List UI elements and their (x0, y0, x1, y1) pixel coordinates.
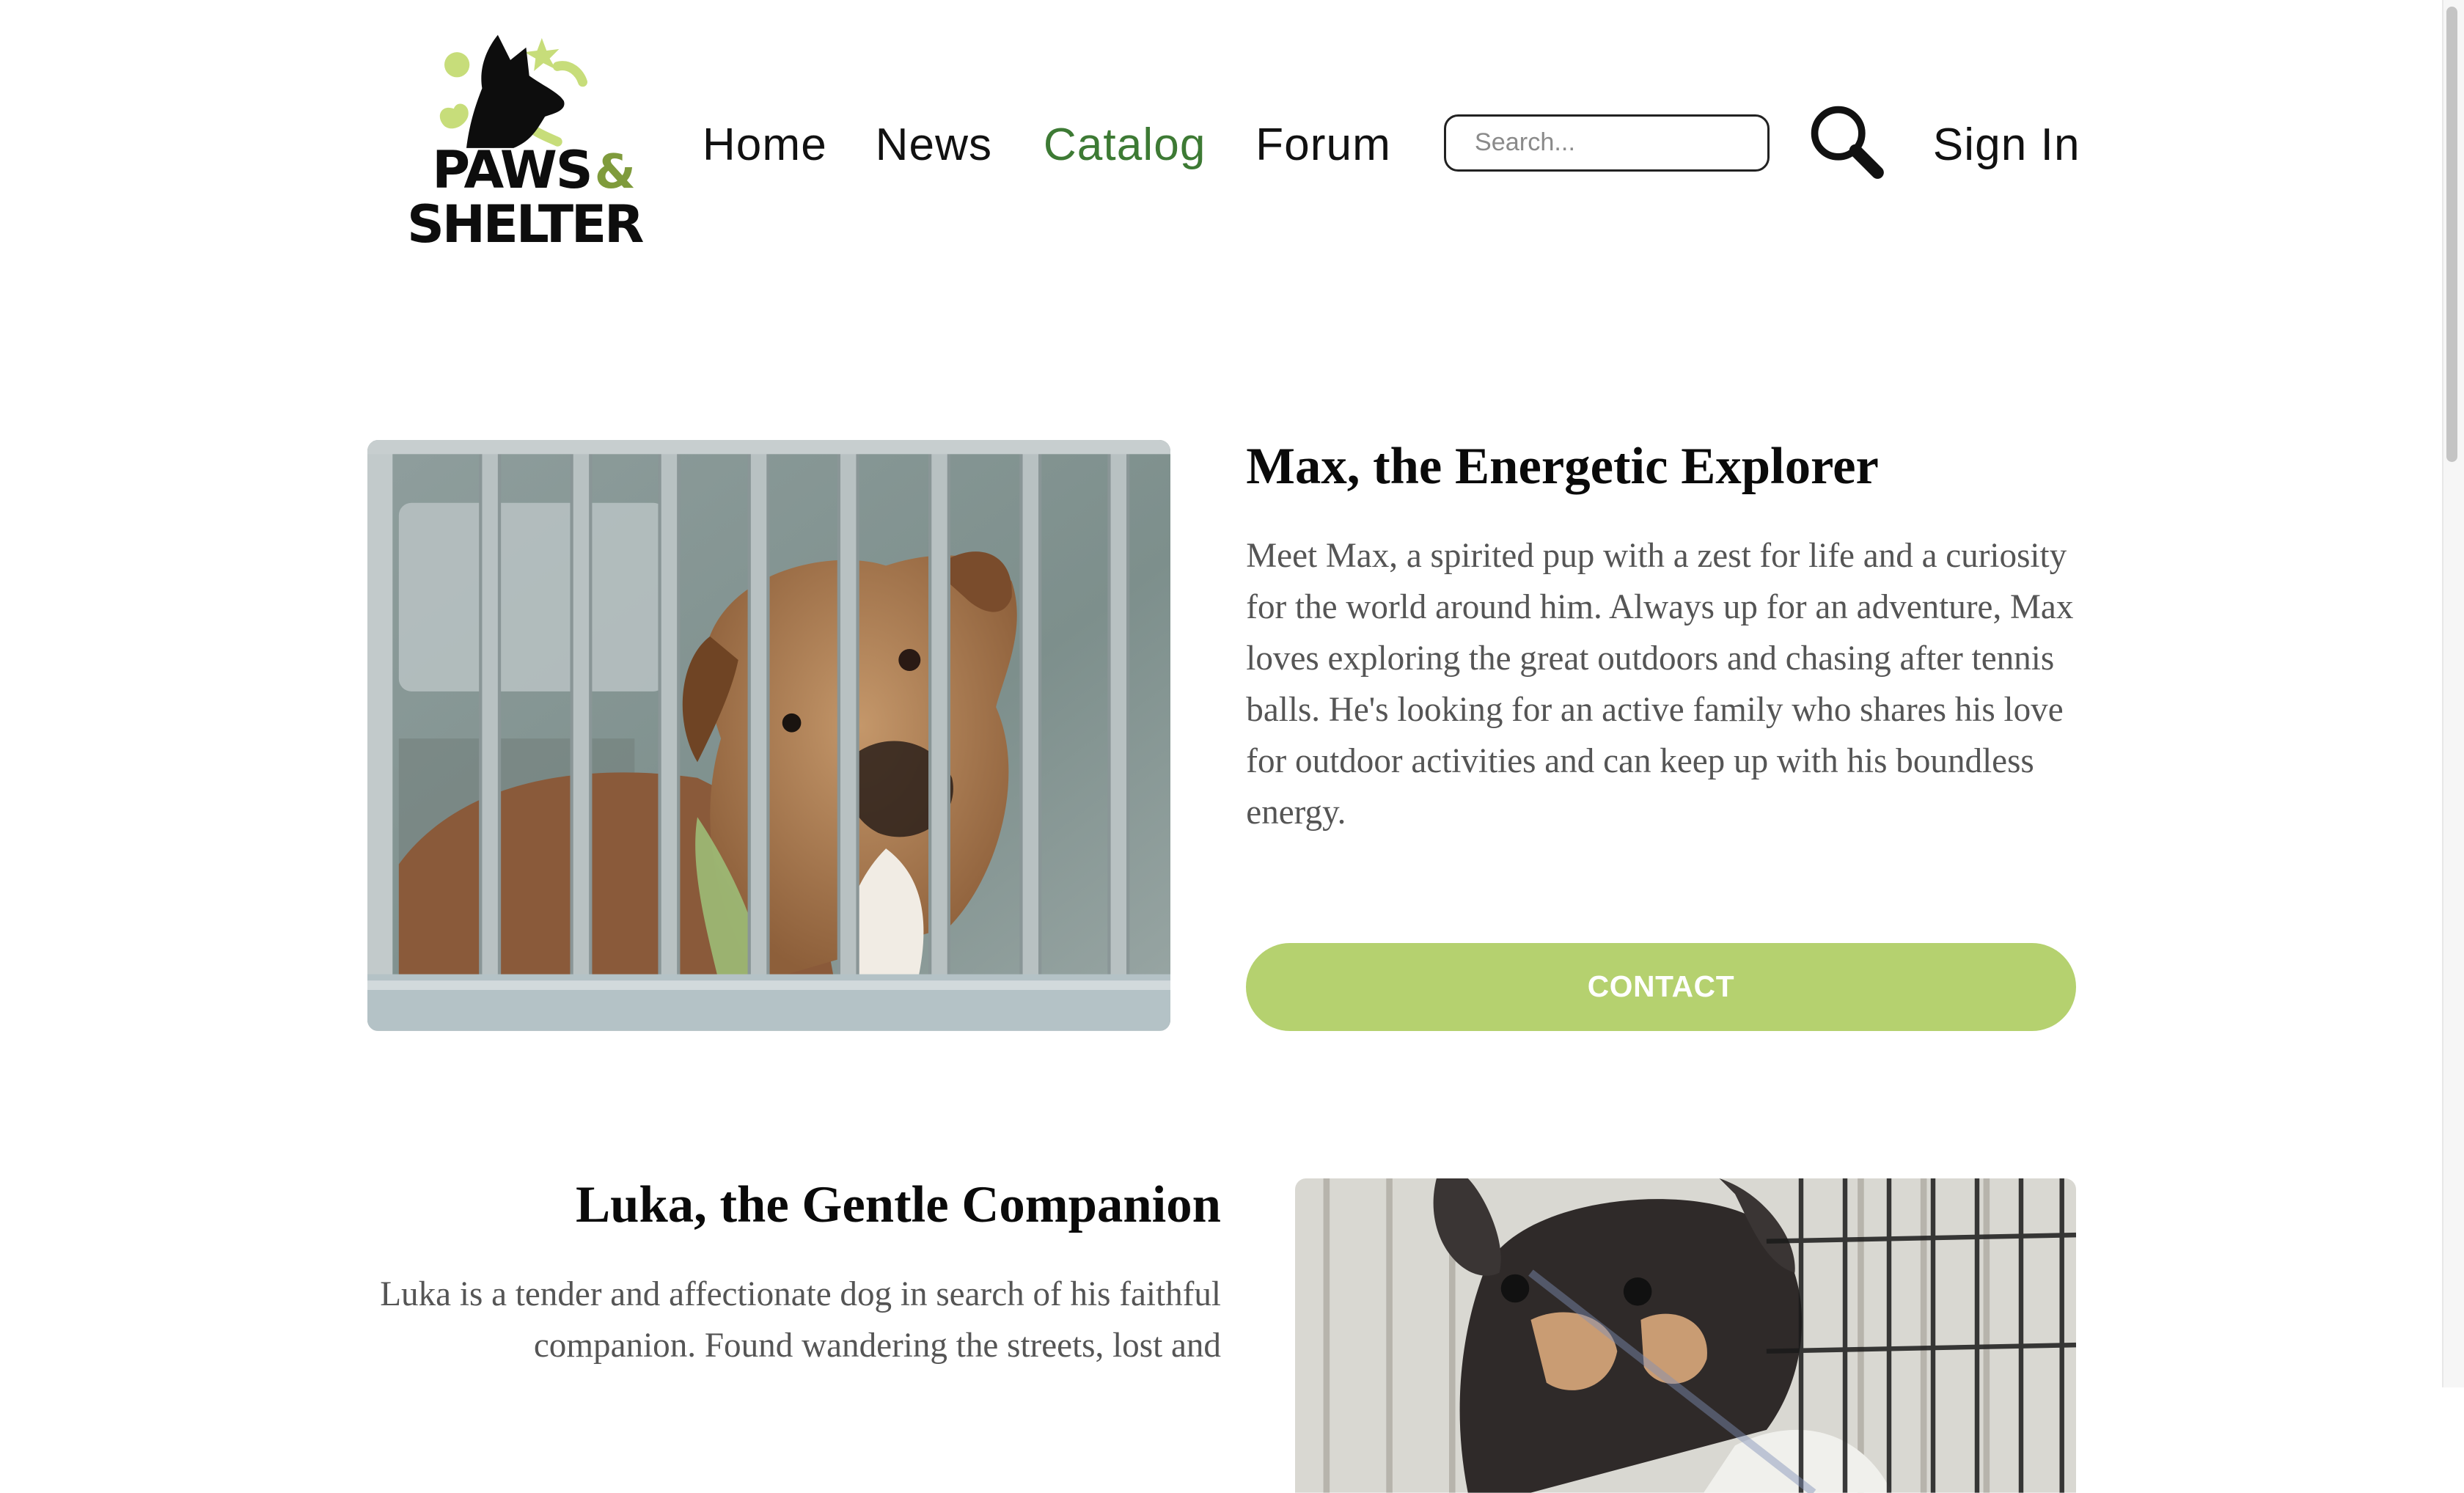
page: PAWS& SHELTER Home News Catalog Forum Si… (0, 0, 2464, 1493)
max-title: Max, the Energetic Explorer (1246, 437, 1879, 495)
logo-text: PAWS & SHELTER (406, 144, 644, 254)
paws-shelter-logo[interactable]: PAWS & SHELTER (400, 29, 644, 261)
nav-news[interactable]: News (876, 117, 993, 173)
nav-forum[interactable]: Forum (1255, 117, 1391, 173)
scrollbar-thumb[interactable] (2446, 6, 2458, 462)
nav-catalog[interactable]: Catalog (1044, 117, 1206, 173)
logo-word-shelter: SHELTER (406, 193, 644, 254)
nav-home[interactable]: Home (703, 117, 827, 173)
luka-photo (1294, 1178, 2076, 1493)
luka-description: Luka is a tender and affectionate dog in… (380, 1275, 1221, 1365)
luka-title: Luka, the Gentle Companion (575, 1175, 1221, 1233)
search-icon[interactable] (1808, 103, 1890, 185)
sign-in-link[interactable]: Sign In (1933, 117, 2080, 173)
search-input[interactable] (1444, 114, 1770, 172)
logo-ampersand: & (594, 144, 636, 200)
max-photo (367, 440, 1171, 1031)
max-description: Meet Max, a spirited pup with a zest for… (1246, 537, 2074, 832)
contact-button[interactable]: CONTACT (1246, 942, 2076, 1031)
logo-word-paws: PAWS (432, 139, 593, 201)
